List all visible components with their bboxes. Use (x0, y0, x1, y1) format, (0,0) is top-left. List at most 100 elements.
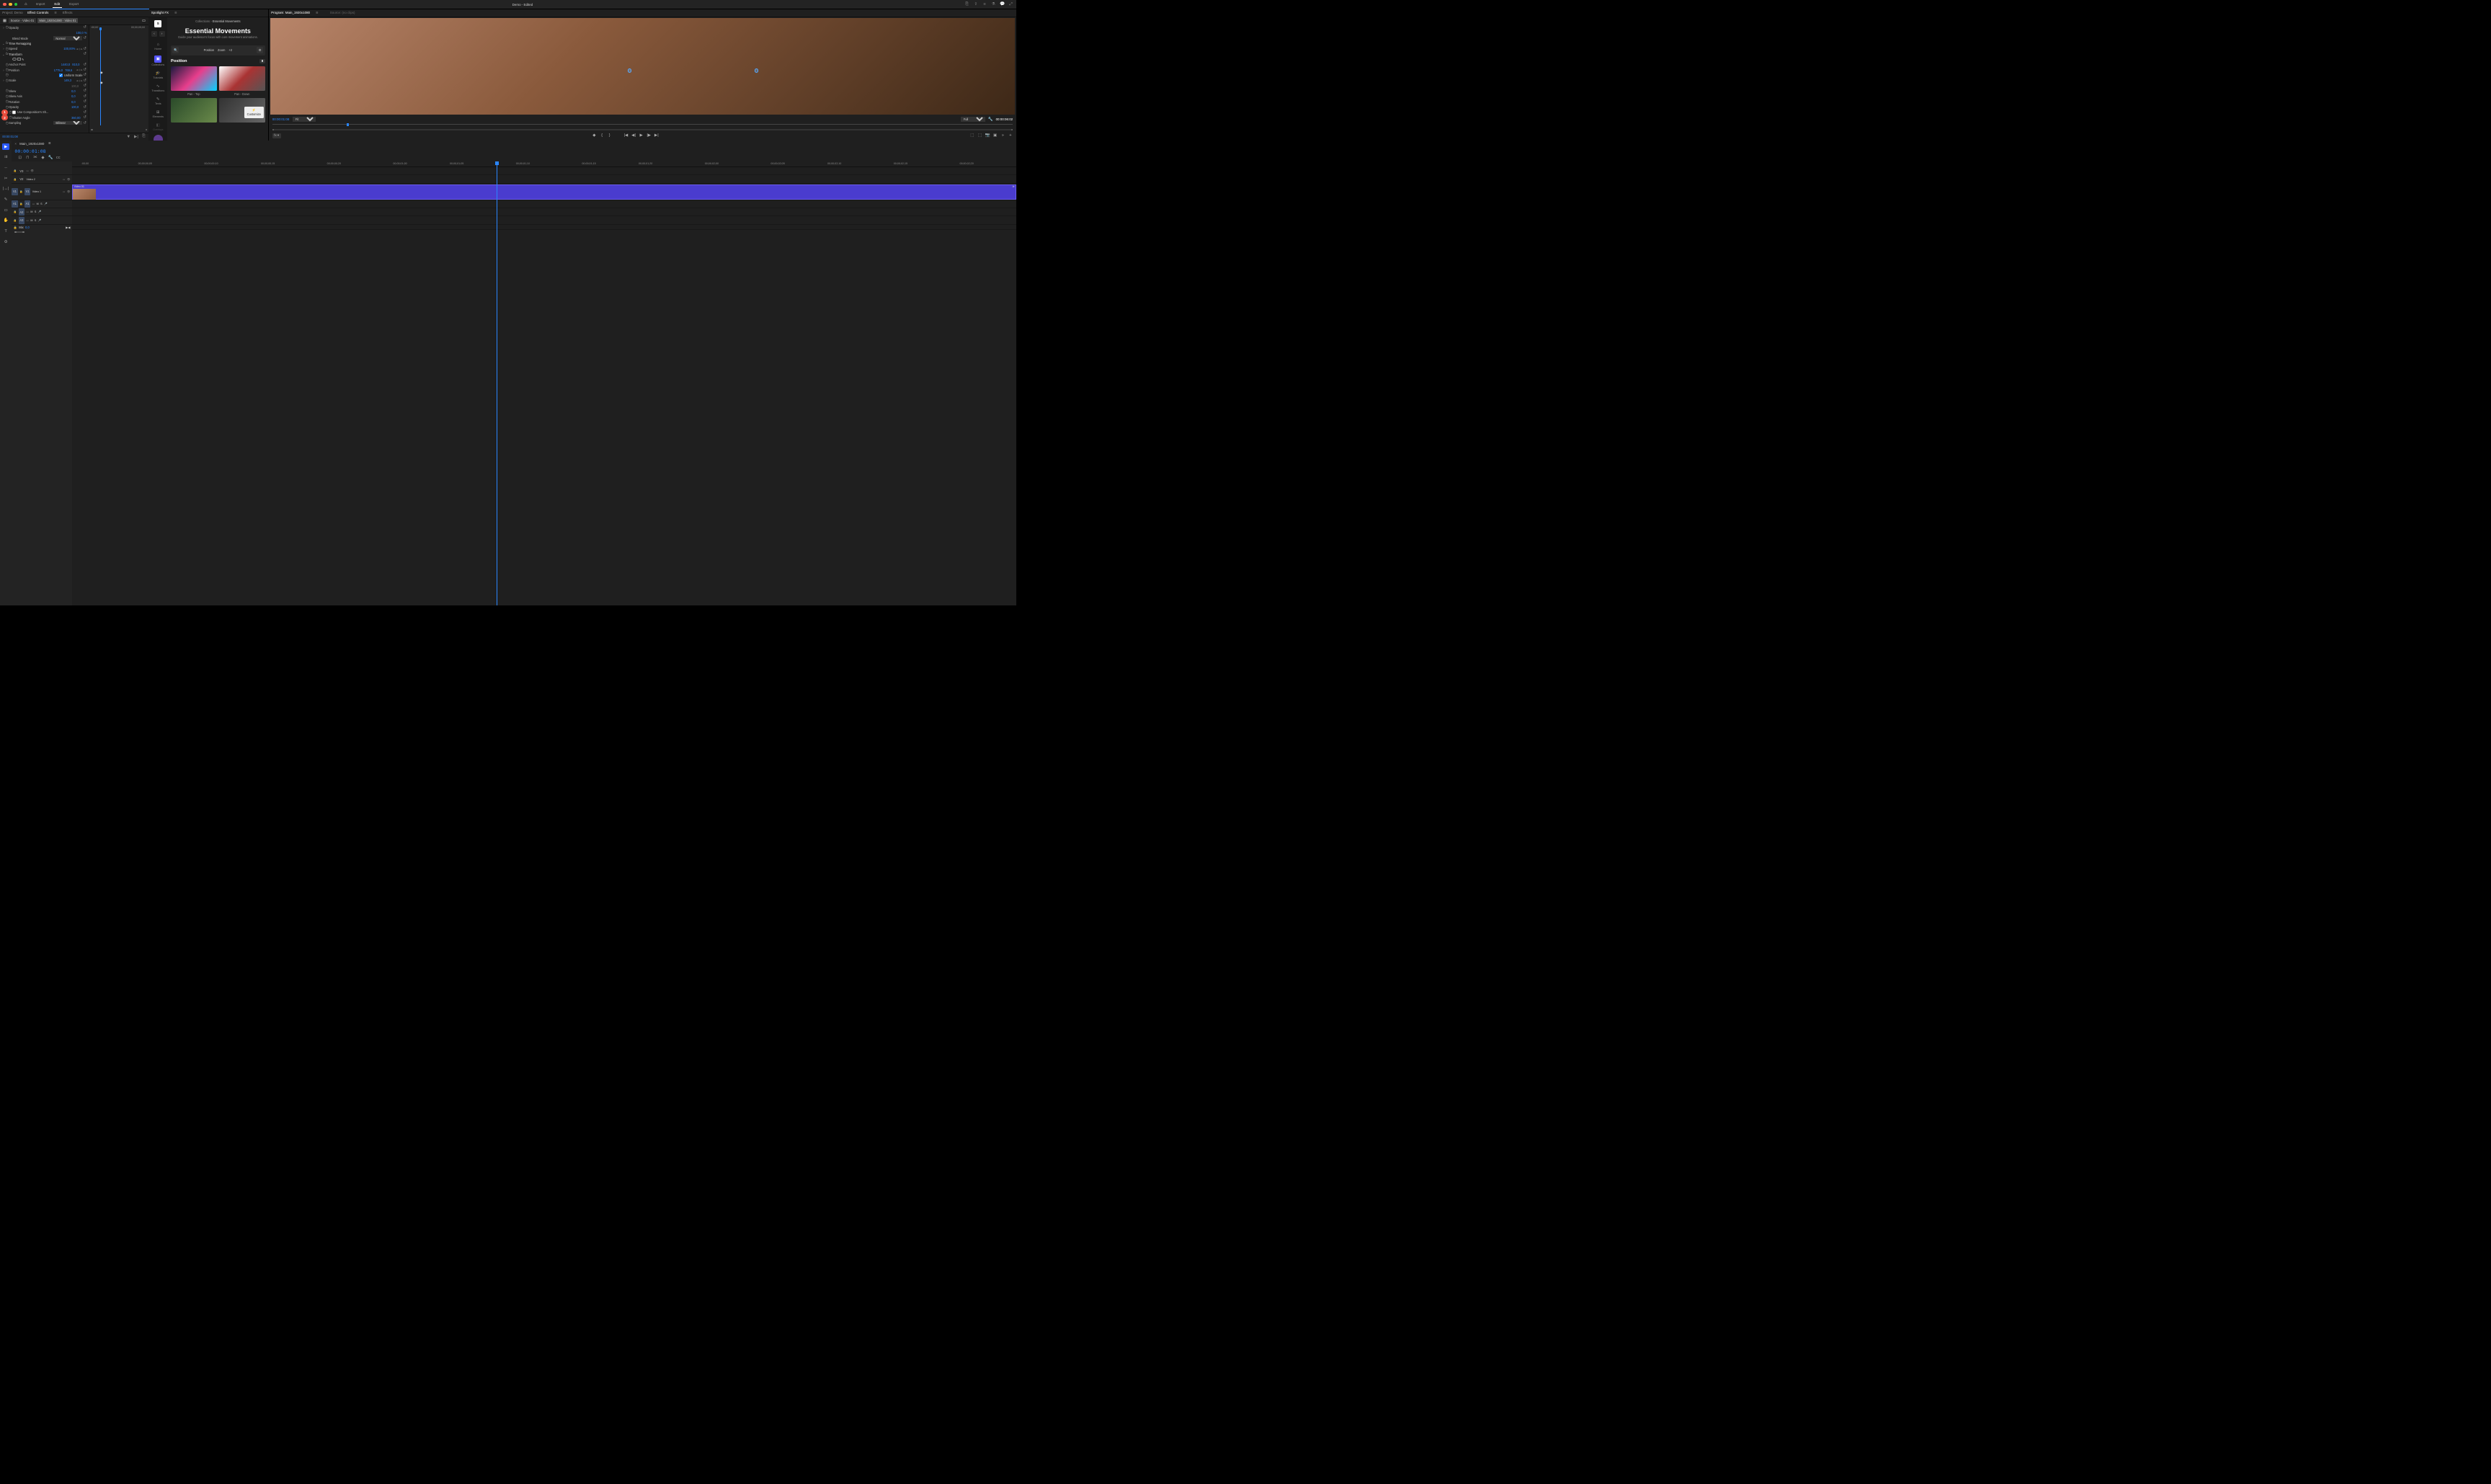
vertical-zoom-slider[interactable] (14, 231, 23, 233)
fx-select[interactable]: fx ▾ (272, 133, 281, 139)
ec-footer-timecode[interactable]: 00:00:01:08 (2, 135, 18, 138)
minimize-window-icon[interactable] (9, 3, 12, 6)
toggle-eye-icon[interactable]: 👁 (67, 178, 71, 181)
scale-value[interactable]: 149,3 (63, 79, 75, 82)
position-x-value[interactable]: 1775,0 (53, 68, 65, 72)
track-a3[interactable]: A3 (19, 217, 25, 224)
reset-icon[interactable]: ↺ (82, 115, 87, 120)
track-lane-a2[interactable] (72, 208, 1016, 216)
keyframe-nav[interactable]: ◂ ◇ ▸ (76, 79, 83, 82)
panel-menu-icon[interactable]: ≡ (315, 11, 320, 16)
mute-button[interactable]: M (30, 219, 32, 222)
program-ruler[interactable] (272, 124, 1013, 128)
track-lane-a1[interactable] (72, 200, 1016, 208)
reset-icon[interactable]: ↺ (82, 46, 87, 51)
timeline-ruler[interactable]: :00;00 00;00;00;05 00;00;00;10 00;00;00;… (72, 161, 1016, 167)
lock-icon[interactable]: 🔒 (14, 178, 17, 181)
marker-icon[interactable]: ◆ (40, 156, 45, 161)
settings-icon[interactable]: 🔧 (988, 117, 993, 123)
extract-icon[interactable]: ⬚ (977, 133, 982, 138)
reset-icon[interactable]: ↺ (82, 120, 87, 125)
reset-icon[interactable]: ↺ (82, 63, 87, 68)
more-icon[interactable]: » (1000, 133, 1005, 138)
rotation-value[interactable]: 0,0 (71, 100, 82, 104)
maximize-window-icon[interactable] (14, 3, 18, 6)
export-frame-icon[interactable]: 📷 (985, 133, 990, 138)
customize-button[interactable]: ⚡Customize (244, 107, 264, 118)
keyframe-diamond-icon[interactable]: ◆ (100, 71, 102, 75)
toggle-eye-icon[interactable]: 👁 (67, 190, 71, 193)
ec-scrollbar[interactable] (91, 129, 147, 130)
opacity-value[interactable]: 100,0 % (76, 31, 87, 35)
lock-icon[interactable]: 🔒 (14, 169, 17, 172)
effect-controls-timeline[interactable]: :00;0000;00;05;00 ◆ ◆ (89, 25, 148, 133)
show-timeline-icon[interactable]: ▭ (141, 18, 146, 23)
settings-icon[interactable]: 🔧 (48, 156, 53, 161)
solo-button[interactable]: S (35, 210, 36, 213)
effects-tab[interactable]: Effects (63, 11, 73, 14)
slip-tool-icon[interactable]: |↔| (2, 185, 9, 192)
transform-handle-icon[interactable] (755, 68, 759, 73)
reset-icon[interactable]: ↺ (82, 36, 87, 41)
mask-rect-icon[interactable] (17, 58, 21, 61)
lock-icon[interactable]: 🔒 (19, 203, 23, 205)
track-v1[interactable]: V1 (25, 188, 30, 195)
sidebar-item-texts[interactable]: ✎Texts (155, 96, 161, 107)
reset-icon[interactable]: ↺ (82, 94, 87, 99)
timeline-tracks-area[interactable]: :00;00 00;00;00;05 00;00;00;10 00;00;00;… (72, 161, 1016, 605)
use-comp-shutter-checkbox[interactable] (12, 110, 16, 114)
import-tab[interactable]: Import (34, 1, 47, 7)
reset-icon[interactable]: ↺ (82, 68, 87, 73)
resolution-select[interactable]: Full (961, 117, 985, 122)
opacity2-value[interactable]: 100,0 (71, 105, 82, 109)
razor-tool-icon[interactable]: ✂ (2, 175, 9, 182)
filter-icon[interactable]: ▼ (126, 134, 131, 139)
program-timecode-current[interactable]: 00:00:01:08 (272, 117, 290, 121)
nav-back-icon[interactable]: ‹ (151, 31, 157, 37)
reset-icon[interactable]: ↺ (82, 89, 87, 94)
video-clip[interactable]: Video 01 fx (72, 185, 1016, 200)
chat-icon[interactable]: 💬 (1000, 2, 1005, 7)
mix-marker-icon[interactable]: ▶◀ (66, 226, 70, 229)
mask-pen-icon[interactable]: ✎ (22, 58, 24, 61)
position-y-value[interactable]: 769,6 (65, 68, 75, 72)
sidebar-item-overlays[interactable]: ◧Overlays (153, 122, 163, 133)
zoom-select[interactable]: Fit (293, 117, 316, 122)
reset-icon[interactable]: ↺ (82, 52, 87, 57)
speed-value[interactable]: 100,00% (63, 47, 75, 50)
lock-icon[interactable]: 🔒 (14, 219, 17, 222)
panel-menu-icon[interactable]: ≡ (47, 141, 52, 146)
sidebar-item-elements[interactable]: ⊞Elements (153, 109, 164, 120)
type-tool-icon[interactable]: T (2, 228, 9, 235)
close-sequence-icon[interactable]: × (14, 142, 17, 146)
close-window-icon[interactable] (3, 3, 6, 6)
keyframe-diamond-icon[interactable]: ◆ (100, 81, 102, 85)
step-forward-icon[interactable]: |▶ (647, 133, 652, 138)
track-lane-v3[interactable] (72, 167, 1016, 175)
mark-out-icon[interactable]: } (607, 133, 612, 138)
sidebar-item-home[interactable]: ⌂Home (154, 40, 161, 52)
comparison-view-icon[interactable]: ▣ (993, 133, 998, 138)
keyframe-nav[interactable]: ◂ ◇ ▸ (76, 68, 83, 71)
spotlight-fx-tab[interactable]: Spotlight FX (151, 11, 169, 14)
home-icon[interactable]: ⌂ (24, 2, 29, 7)
toggle-eye-icon[interactable]: 👁 (30, 169, 34, 172)
reset-icon[interactable]: ↺ (82, 25, 87, 30)
lock-icon[interactable]: 🔒 (14, 210, 17, 213)
mask-ellipse-icon[interactable] (12, 58, 17, 61)
preset-item-pan-down[interactable]: Pan - Down (219, 66, 265, 96)
button-editor-icon[interactable]: + (1008, 133, 1013, 138)
fullscreen-icon[interactable]: ⤢ (1008, 2, 1013, 7)
stopwatch-icon[interactable]: ◷ (5, 73, 9, 77)
lift-icon[interactable]: ⬚ (970, 133, 975, 138)
shutter-angle-value[interactable]: 360,00 (71, 116, 82, 120)
transform-handle-icon[interactable] (628, 68, 632, 73)
beaker-icon[interactable]: ⚗ (991, 2, 996, 7)
sequence-tab[interactable]: Main_1920x1080 (19, 142, 44, 146)
play-icon[interactable]: ▶ (639, 133, 644, 138)
play-around-icon[interactable]: ▶| (134, 134, 139, 139)
spotlight-logo-icon[interactable]: S (154, 20, 161, 27)
panel-menu-icon[interactable]: ≡ (53, 11, 58, 16)
add-marker-icon[interactable]: ◆ (592, 133, 597, 138)
more-tools-icon[interactable]: ⚙ (2, 239, 9, 246)
